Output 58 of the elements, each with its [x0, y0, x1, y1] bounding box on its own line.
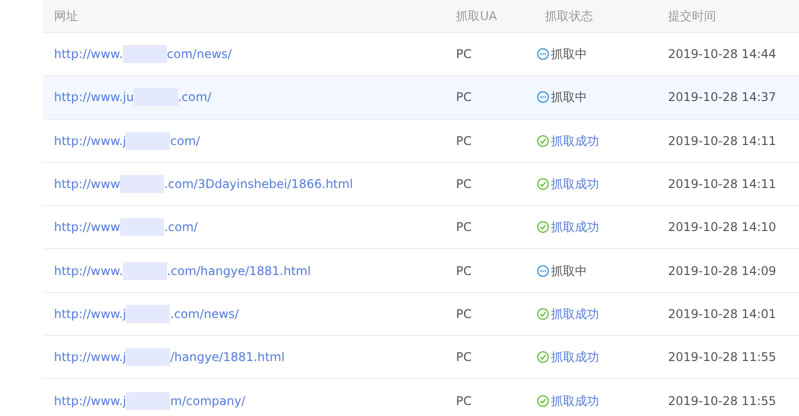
redaction-mark	[126, 132, 170, 150]
url-link[interactable]: http://www. .com/hangye/1881.html	[54, 262, 311, 280]
ellipsis-circle-icon	[537, 48, 549, 60]
status-label: 抓取中	[551, 89, 587, 106]
status-label: 抓取成功	[551, 349, 599, 366]
table-cell-text: 2019-10-28 14:10	[667, 219, 776, 236]
check-circle-icon	[537, 394, 549, 407]
ellipsis-circle-icon	[537, 91, 549, 104]
table-cell-text: 2019-10-28 14:11	[667, 176, 776, 194]
table-cell-text: 2019-10-28 14:37	[667, 89, 776, 106]
status-label: 抓取成功	[551, 132, 599, 150]
column-header: 抓取状态	[544, 8, 593, 25]
table-cell-text: PC	[455, 349, 472, 366]
table-cell-text: 2019-10-28 14:01	[667, 306, 776, 323]
ellipsis-circle-icon	[537, 264, 549, 277]
redaction-mark	[126, 392, 170, 410]
table-cell-text: PC	[455, 392, 472, 410]
status-label: 抓取中	[551, 46, 587, 64]
table-cell-text: PC	[455, 132, 472, 150]
column-header: 网址	[53, 8, 78, 25]
redaction-mark	[120, 218, 164, 236]
table-cell-text: 2019-10-28 14:11	[667, 132, 776, 150]
url-link[interactable]: http://www .com/	[54, 218, 198, 236]
status-label: 抓取中	[551, 262, 587, 280]
status-label: 抓取成功	[551, 392, 599, 410]
table-cell-text: PC	[455, 89, 472, 106]
status-label: 抓取成功	[551, 219, 599, 236]
table-cell-text: PC	[455, 176, 472, 194]
redaction-mark	[122, 262, 167, 280]
redaction-mark	[126, 304, 170, 323]
redaction-mark	[120, 175, 164, 194]
url-link[interactable]: http://www.j /hangye/1881.html	[54, 348, 285, 366]
url-link[interactable]: http://www .com/3Ddayinshebei/1866.html	[54, 175, 353, 194]
table-row[interactable]: http://www.ju .com/ PC 抓取中 2019-10-28 14:37	[43, 76, 799, 120]
table-cell-text: 2019-10-28 14:44	[667, 46, 776, 64]
check-circle-icon	[537, 134, 549, 147]
check-circle-icon	[537, 351, 549, 364]
table-cell-text: PC	[455, 219, 472, 236]
table-row[interactable]: http://www.j com/ PC 抓取成功 2019-10-28 14:11	[43, 120, 799, 163]
check-circle-icon	[537, 178, 549, 190]
check-circle-icon	[537, 308, 549, 320]
url-link[interactable]: http://www.j .com/news/	[54, 304, 239, 323]
url-link[interactable]: http://www.j com/	[54, 132, 200, 150]
status-label: 抓取成功	[551, 176, 599, 194]
table-cell-text: 2019-10-28 11:55	[667, 392, 776, 410]
table-cell-text: PC	[455, 306, 472, 323]
check-circle-icon	[537, 221, 549, 234]
url-link[interactable]: http://www.j m/company/	[54, 392, 246, 410]
url-link[interactable]: http://www. com/news/	[54, 45, 232, 64]
column-header: 提交时间	[667, 8, 716, 25]
table-cell-text: PC	[455, 46, 472, 64]
table-cell-text: 2019-10-28 11:55	[667, 349, 776, 366]
status-label: 抓取成功	[551, 306, 599, 323]
redaction-mark	[126, 348, 170, 366]
table-cell-text: 2019-10-28 14:09	[667, 262, 776, 280]
redaction-mark	[122, 45, 167, 64]
table-cell-text: PC	[455, 262, 472, 280]
column-header: 抓取UA	[455, 8, 497, 25]
